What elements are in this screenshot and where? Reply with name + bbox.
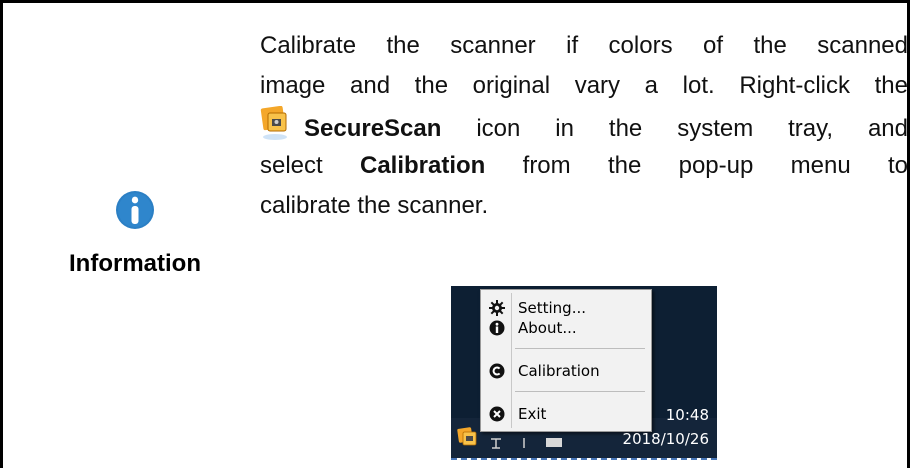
para-line-4-rest: from the pop-up menu to	[485, 152, 908, 179]
para-line-3: SecureScan icon in the system tray, and	[260, 105, 908, 146]
tray-popup-menu: Setting... About... Calibration Exit	[480, 289, 652, 432]
information-column: Information	[40, 190, 230, 278]
para-line-1: Calibrate the scanner if colors of the s…	[260, 32, 908, 59]
menu-item-exit[interactable]: Exit	[485, 402, 651, 426]
calibration-term: Calibration	[360, 152, 486, 179]
tray-clock-time: 10:48	[665, 406, 709, 424]
securescan-name: SecureScan	[304, 115, 442, 142]
para-line-3-rest: icon in the system tray, and	[441, 115, 908, 142]
dashed-rule	[451, 458, 717, 460]
keyboard-icon[interactable]	[545, 436, 563, 448]
info-icon	[489, 320, 505, 336]
exit-icon	[489, 406, 505, 422]
network-icon[interactable]	[489, 436, 503, 450]
volume-icon[interactable]	[519, 436, 529, 450]
information-label: Information	[69, 250, 201, 277]
tray-clock-date: 2018/10/26	[622, 430, 709, 448]
calibration-icon	[489, 363, 505, 379]
securescan-tray-icon[interactable]	[457, 426, 479, 452]
para-line-5: calibrate the scanner.	[260, 192, 489, 219]
note-paragraph: Calibrate the scanner if colors of the s…	[260, 26, 908, 226]
menu-separator	[515, 391, 645, 392]
para-line-4-pre: select	[260, 152, 360, 179]
system-tray-screenshot: Setting... About... Calibration Exit 10:…	[451, 286, 717, 458]
menu-separator	[515, 348, 645, 349]
menu-item-label: Exit	[518, 405, 547, 423]
para-line-2: image and the original vary a lot. Right…	[260, 72, 908, 99]
info-icon	[116, 191, 154, 229]
menu-item-about[interactable]: About...	[485, 316, 651, 340]
menu-item-calibration[interactable]: Calibration	[485, 359, 651, 383]
menu-item-label: Calibration	[518, 362, 600, 380]
menu-item-label: About...	[518, 319, 577, 337]
gear-icon	[489, 300, 505, 316]
securescan-icon	[260, 105, 290, 140]
para-line-4: select Calibration from the pop-up menu …	[260, 146, 908, 186]
